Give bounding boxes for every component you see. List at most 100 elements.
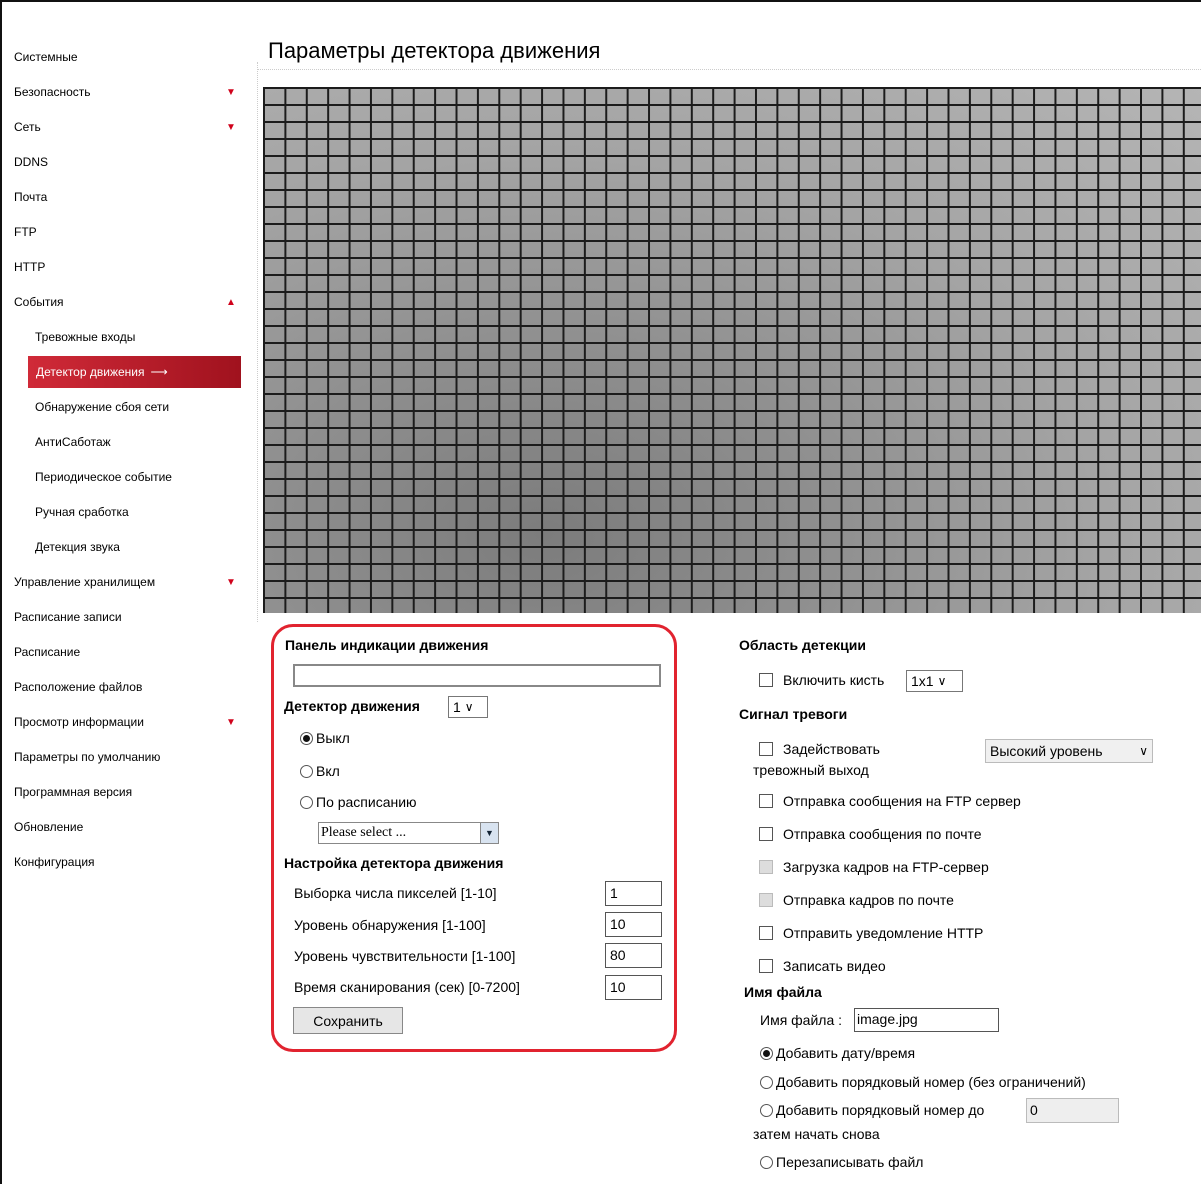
- sidebar-item-storage[interactable]: Управление хранилищем ▼: [2, 565, 242, 600]
- sidebar-item-network-failure[interactable]: Обнаружение сбоя сети: [2, 390, 242, 425]
- checkbox-icon[interactable]: [759, 926, 773, 940]
- param-label: Уровень чувствительности [1-100]: [294, 948, 516, 964]
- schedule-select[interactable]: Please select ... ▼: [318, 822, 499, 844]
- sidebar-item-audio-detection[interactable]: Детекция звука: [2, 530, 242, 565]
- mode-label: Выкл: [316, 730, 350, 746]
- schedule-select-value: Please select ...: [321, 825, 407, 840]
- sidebar-item-label: События: [14, 295, 64, 309]
- expand-down-icon: ▼: [226, 87, 236, 98]
- radio-icon[interactable]: [760, 1076, 773, 1089]
- mode-off-option[interactable]: Выкл: [300, 730, 350, 746]
- brush-size-select[interactable]: 1x1 ∨: [906, 670, 963, 692]
- mail-message-option[interactable]: Отправка сообщения по почте: [759, 826, 982, 842]
- overwrite-option[interactable]: Перезаписывать файл: [760, 1154, 923, 1170]
- save-button[interactable]: Сохранить: [293, 1007, 403, 1034]
- scan-time-input[interactable]: 10: [605, 975, 662, 1000]
- mode-on-option[interactable]: Вкл: [300, 763, 340, 779]
- alarm-level-select[interactable]: Высокий уровень ∨: [985, 739, 1153, 763]
- option-label: Отправка кадров по почте: [783, 892, 954, 908]
- alarm-output-option[interactable]: Задействовать: [759, 741, 880, 757]
- option-label: Отправка сообщения по почте: [783, 826, 982, 842]
- option-label: Отправить уведомление HTTP: [783, 925, 984, 941]
- checkbox-icon[interactable]: [759, 742, 773, 756]
- radio-icon[interactable]: [300, 765, 313, 778]
- sidebar-item-record-schedule[interactable]: Расписание записи: [2, 600, 242, 635]
- sidebar-item-firmware-version[interactable]: Программная версия: [2, 775, 242, 810]
- suffix-sequence-limit-option[interactable]: Добавить порядковый номер до: [760, 1102, 984, 1118]
- sidebar-nav: Системные Безопасность ▼ Сеть ▼ DDNS Почта…: [2, 40, 242, 880]
- expand-down-icon: ▼: [226, 122, 236, 133]
- radio-selected-icon[interactable]: [760, 1047, 773, 1060]
- option-label: Загрузка кадров на FTP-сервер: [783, 859, 989, 875]
- sidebar-item-ftp[interactable]: FTP: [2, 215, 242, 250]
- sidebar-item-ddns[interactable]: DDNS: [2, 145, 242, 180]
- detection-grid-overlay[interactable]: [263, 87, 1201, 613]
- sidebar-item-security[interactable]: Безопасность ▼: [2, 75, 242, 110]
- sidebar-item-network[interactable]: Сеть ▼: [2, 110, 242, 145]
- suffix-sequence-unlimited-option[interactable]: Добавить порядковый номер (без ограничен…: [760, 1074, 1086, 1090]
- arrow-right-icon: ⟶: [150, 365, 168, 379]
- sidebar-item-view-info[interactable]: Просмотр информации ▼: [2, 705, 242, 740]
- sidebar-item-label: FTP: [14, 225, 37, 239]
- detector-select-value: 1: [453, 699, 461, 715]
- sidebar-item-alarm-inputs[interactable]: Тревожные входы: [2, 320, 242, 355]
- radio-selected-icon[interactable]: [300, 732, 313, 745]
- param-label: Уровень обнаружения [1-100]: [294, 917, 486, 933]
- sidebar-item-events[interactable]: События ▲: [2, 285, 242, 320]
- option-label: Перезаписывать файл: [776, 1154, 924, 1170]
- sidebar-item-label: HTTP: [14, 260, 46, 274]
- sidebar-item-label: Программная версия: [14, 785, 133, 799]
- sidebar-item-schedule[interactable]: Расписание: [2, 635, 242, 670]
- sidebar-item-label: Обновление: [14, 820, 84, 834]
- sidebar-item-label: Обнаружение сбоя сети: [35, 400, 170, 414]
- collapse-up-icon: ▲: [226, 297, 236, 308]
- sequence-limit-input[interactable]: 0: [1026, 1098, 1119, 1123]
- mode-schedule-option[interactable]: По расписанию: [300, 794, 417, 810]
- checkbox-icon[interactable]: [759, 794, 773, 808]
- brush-size-value: 1x1: [911, 673, 934, 689]
- sidebar-item-label: Конфигурация: [14, 855, 95, 869]
- param-label: Время сканирования (сек) [0-7200]: [294, 979, 520, 995]
- pixel-sampling-input[interactable]: 1: [605, 881, 662, 906]
- alarm-level-value: Высокий уровень: [990, 743, 1103, 759]
- brush-option[interactable]: Включить кисть: [759, 672, 884, 688]
- sidebar-item-label: DDNS: [14, 155, 49, 169]
- ftp-frames-option: Загрузка кадров на FTP-сервер: [759, 859, 989, 875]
- checkbox-icon[interactable]: [759, 673, 773, 687]
- detection-level-input[interactable]: 10: [605, 912, 662, 937]
- checkbox-icon[interactable]: [759, 827, 773, 841]
- alarm-output-label: Задействовать: [783, 741, 880, 757]
- sidebar-item-manual-trigger[interactable]: Ручная сработка: [2, 495, 242, 530]
- sidebar-item-label: Управление хранилищем: [14, 575, 156, 589]
- sidebar-item-periodic-event[interactable]: Периодическое событие: [2, 460, 242, 495]
- sidebar-item-system[interactable]: Системные: [2, 40, 242, 75]
- sidebar-item-label: Расписание записи: [14, 610, 122, 624]
- option-label: Добавить порядковый номер до: [776, 1102, 985, 1118]
- sensitivity-input[interactable]: 80: [605, 943, 662, 968]
- record-video-option[interactable]: Записать видео: [759, 958, 886, 974]
- sidebar-item-file-location[interactable]: Расположение файлов: [2, 670, 242, 705]
- sidebar-item-defaults[interactable]: Параметры по умолчанию: [2, 740, 242, 775]
- sidebar-item-motion-detector[interactable]: Детектор движения ⟶: [28, 356, 241, 388]
- checkbox-icon[interactable]: [759, 959, 773, 973]
- suffix-datetime-option[interactable]: Добавить дату/время: [760, 1045, 915, 1061]
- http-notify-option[interactable]: Отправить уведомление HTTP: [759, 925, 983, 941]
- sidebar-item-antisabotage[interactable]: АнтиСаботаж: [2, 425, 242, 460]
- sidebar-item-update[interactable]: Обновление: [2, 810, 242, 845]
- detector-select[interactable]: 1 ∨: [448, 696, 488, 718]
- sidebar-item-http[interactable]: HTTP: [2, 250, 242, 285]
- sidebar-item-configuration[interactable]: Конфигурация: [2, 845, 242, 880]
- detection-area-title: Область детекции: [739, 637, 866, 653]
- alarm-title: Сигнал тревоги: [739, 706, 848, 722]
- radio-icon[interactable]: [760, 1104, 773, 1117]
- sidebar-item-mail[interactable]: Почта: [2, 180, 242, 215]
- option-label: Отправка сообщения на FTP сервер: [783, 793, 1021, 809]
- sidebar-item-label: Безопасность: [14, 85, 91, 99]
- ftp-message-option[interactable]: Отправка сообщения на FTP сервер: [759, 793, 1021, 809]
- sidebar-item-label: Системные: [14, 50, 78, 64]
- filename-input[interactable]: image.jpg: [854, 1008, 999, 1032]
- radio-icon[interactable]: [300, 796, 313, 809]
- video-preview-grid[interactable]: [263, 87, 1201, 613]
- dropdown-arrow-icon[interactable]: ▼: [480, 823, 498, 843]
- radio-icon[interactable]: [760, 1156, 773, 1169]
